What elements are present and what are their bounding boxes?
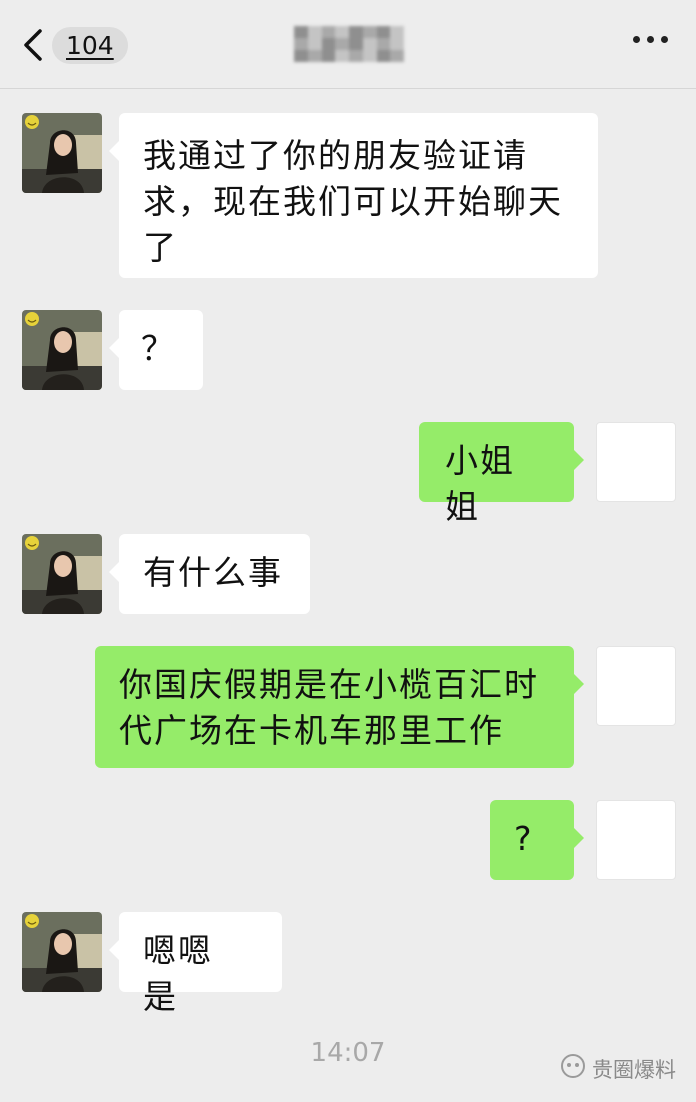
my-avatar[interactable] bbox=[596, 422, 676, 502]
message-bubble-incoming[interactable]: 嗯嗯 是 bbox=[109, 912, 282, 1016]
watermark-text: 贵圈爆料 bbox=[592, 1057, 676, 1082]
wechat-channel-icon bbox=[560, 1053, 586, 1084]
chat-title-blurred bbox=[294, 26, 404, 62]
chevron-left-icon bbox=[22, 28, 44, 62]
my-avatar[interactable] bbox=[596, 800, 676, 880]
more-dots-icon bbox=[633, 36, 640, 43]
unread-count-badge: 104 bbox=[52, 26, 128, 64]
watermark: 贵圈爆料 bbox=[560, 1053, 676, 1084]
more-options-button[interactable] bbox=[633, 36, 668, 43]
contact-avatar[interactable] bbox=[22, 113, 102, 193]
chat-header: 104 bbox=[0, 0, 696, 89]
message-bubble-outgoing[interactable]: 你国庆假期是在小榄百汇时代广场在卡机车那里工作 bbox=[95, 646, 584, 768]
message-bubble-outgoing[interactable]: ? bbox=[490, 800, 584, 880]
contact-avatar[interactable] bbox=[22, 534, 102, 614]
contact-avatar[interactable] bbox=[22, 912, 102, 992]
my-avatar[interactable] bbox=[596, 646, 676, 726]
message-bubble-outgoing[interactable]: 小姐姐 bbox=[419, 422, 584, 526]
message-bubble-incoming[interactable]: ？ bbox=[109, 310, 203, 390]
message-bubble-incoming[interactable]: 我通过了你的朋友验证请求，现在我们可以开始聊天了 bbox=[109, 113, 598, 278]
contact-avatar[interactable] bbox=[22, 310, 102, 390]
back-button[interactable]: 104 bbox=[22, 20, 128, 70]
message-bubble-incoming[interactable]: 有什么事 bbox=[109, 534, 310, 614]
